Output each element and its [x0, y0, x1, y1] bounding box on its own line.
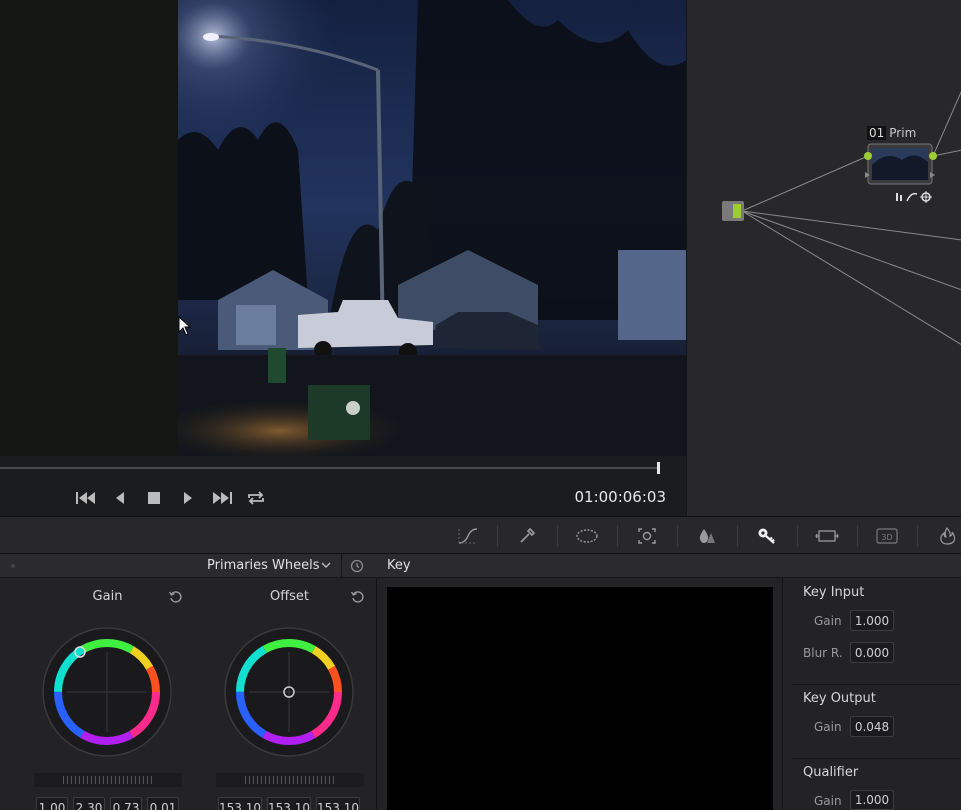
mouse-cursor-icon	[178, 316, 192, 336]
curves-tool-button[interactable]	[456, 525, 480, 547]
qualifier-gain-label: Gain	[814, 794, 842, 808]
loop-button[interactable]	[244, 487, 268, 509]
gain-color-wheel[interactable]	[30, 614, 186, 770]
primaries-mode-dropdown[interactable]: Primaries Wheels	[207, 558, 320, 573]
offset-reset-icon[interactable]	[350, 589, 366, 605]
toolbar-divider	[617, 525, 618, 547]
key-input-blur-field[interactable]: 0.000	[850, 642, 894, 663]
node-number: 01	[867, 126, 887, 140]
node-graph	[722, 91, 961, 345]
key-divider	[782, 578, 783, 810]
qualifier-title: Qualifier	[803, 765, 859, 780]
key-icon	[758, 528, 775, 544]
key-section-divider	[792, 758, 961, 759]
chevron-down-icon[interactable]	[320, 559, 332, 571]
qualifier-gain-field[interactable]: 1.000	[850, 790, 894, 810]
toolbar-divider	[797, 525, 798, 547]
jump-to-end-button[interactable]	[210, 487, 234, 509]
stop-icon	[148, 492, 160, 504]
offset-master-jog[interactable]	[216, 773, 364, 787]
toolbar-divider	[917, 525, 918, 547]
key-input-gain-label: Gain	[814, 614, 842, 628]
jump-to-start-button[interactable]	[74, 487, 98, 509]
node-01-label[interactable]: 01 Prim	[867, 126, 916, 140]
svg-text:3D: 3D	[881, 533, 892, 542]
viewer-empty-area	[0, 0, 178, 456]
blur-icon	[699, 529, 715, 543]
key-preview	[387, 587, 773, 810]
resolve-color-page: 01:00:06:03 01 Prim 3D Primaries Wheels …	[0, 0, 961, 810]
toolbar-divider	[497, 525, 498, 547]
viewer: 01:00:06:03	[0, 0, 686, 516]
panel-dot-icon	[11, 564, 15, 568]
gain-r-value[interactable]: 2.30	[73, 797, 105, 810]
fx-flame-icon	[940, 527, 956, 545]
tracker-icon	[638, 528, 656, 544]
key-section-divider	[792, 684, 961, 685]
primaries-header: Primaries Wheels	[0, 554, 377, 578]
sizing-tool-button[interactable]	[815, 525, 839, 547]
skip-back-icon	[76, 492, 95, 504]
viewer-frame[interactable]	[178, 0, 686, 456]
night-street-image	[178, 0, 686, 456]
key-input-blur-label: Blur R.	[803, 646, 843, 660]
offset-g-value[interactable]: 153.10	[267, 797, 311, 810]
key-output-title: Key Output	[803, 691, 876, 706]
toolbar-divider	[737, 525, 738, 547]
key-output-gain-label: Gain	[814, 720, 842, 734]
header-divider	[341, 554, 342, 578]
play-icon	[184, 492, 192, 504]
gain-g-value[interactable]: 0.73	[110, 797, 142, 810]
sizing-icon	[815, 530, 839, 542]
node-editor[interactable]: 01 Prim	[686, 0, 961, 516]
3d-tool-button[interactable]: 3D	[875, 525, 899, 547]
window-tool-button[interactable]	[575, 525, 599, 547]
gain-reset-icon[interactable]	[168, 589, 184, 605]
key-output-gain-field[interactable]: 0.048	[850, 716, 894, 737]
qualifier-tool-button[interactable]	[515, 525, 539, 547]
node-name: Prim	[889, 126, 917, 140]
offset-r-value[interactable]: 153.10	[218, 797, 262, 810]
skip-forward-icon	[213, 492, 232, 504]
play-button[interactable]	[176, 487, 200, 509]
offset-wheel-block: Offset 153.10 153.10 153.10	[212, 578, 372, 810]
palette-toolbar: 3D	[0, 516, 961, 554]
gain-master-jog[interactable]	[34, 773, 182, 787]
playhead[interactable]	[657, 462, 660, 474]
curves-icon	[458, 528, 478, 544]
offset-values: 153.10 153.10 153.10	[218, 797, 360, 810]
stop-button[interactable]	[142, 487, 166, 509]
play-reverse-button[interactable]	[108, 487, 132, 509]
gain-y-value[interactable]: 1.00	[36, 797, 68, 810]
key-panel: Key Key Input Gain 1.000 Blur R. 0.000 K…	[377, 554, 961, 810]
blur-tool-button[interactable]	[695, 525, 719, 547]
key-input-title: Key Input	[803, 585, 865, 600]
transport-controls	[74, 487, 268, 509]
loop-icon	[248, 491, 264, 505]
toolbar-divider	[557, 525, 558, 547]
eyedropper-icon	[520, 527, 536, 543]
3d-icon: 3D	[876, 528, 898, 544]
offset-b-value[interactable]: 153.10	[316, 797, 360, 810]
gain-values: 1.00 2.30 0.73 0.01	[36, 797, 179, 810]
key-header: Key	[377, 554, 961, 578]
gain-title: Gain	[92, 589, 123, 604]
toolbar-divider	[677, 525, 678, 547]
timeline-scrubber[interactable]	[0, 467, 660, 469]
offset-title: Offset	[269, 589, 310, 604]
key-title: Key	[387, 558, 411, 573]
timecode-display: 01:00:06:03	[574, 488, 666, 506]
offset-color-wheel[interactable]	[212, 614, 368, 770]
play-reverse-icon	[116, 492, 124, 504]
gain-b-value[interactable]: 0.01	[147, 797, 179, 810]
ellipse-window-icon	[576, 529, 598, 543]
gain-wheel-block: Gain 1.00 2.30 0.73 0.01	[30, 578, 190, 810]
primaries-panel: Primaries Wheels Gain 1.00 2.30 0.73 0.0…	[0, 554, 377, 810]
history-icon[interactable]	[349, 558, 365, 574]
key-input-gain-field[interactable]: 1.000	[850, 610, 894, 631]
tracker-tool-button[interactable]	[635, 525, 659, 547]
fx-tool-button[interactable]	[935, 525, 959, 547]
toolbar-divider	[857, 525, 858, 547]
key-tool-button[interactable]	[755, 525, 779, 547]
